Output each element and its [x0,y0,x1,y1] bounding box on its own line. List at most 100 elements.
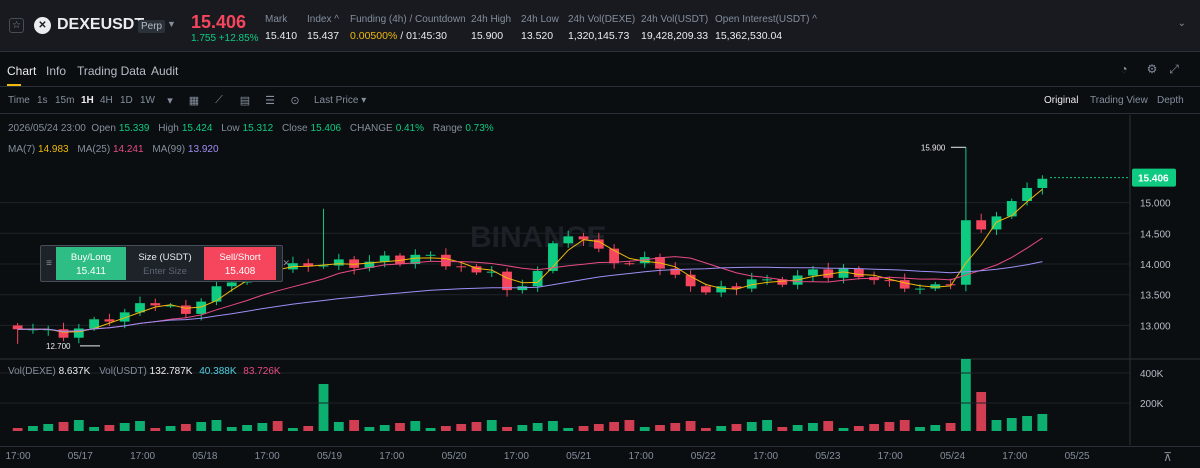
symbol-name[interactable]: DEXEUSDT [57,16,144,34]
volume-bar [58,422,69,431]
volume-bar [746,422,757,431]
drawing-tools-icon[interactable]: ☰ [264,94,276,107]
ma25-value: 14.241 [112,144,144,155]
time-tick-label: 05/25 [1064,451,1090,462]
volume-bar [196,422,207,431]
interval-15m[interactable]: 15m [55,95,74,106]
view-depth[interactable]: Depth [1157,95,1184,106]
tab-chart[interactable]: Chart [7,64,36,78]
indicator-icon[interactable]: ⟋ [213,94,225,106]
volume-bar [150,428,161,431]
view-trading-view[interactable]: Trading View [1090,95,1148,106]
size-input[interactable]: Size (USDT) Enter Size [126,247,204,280]
funding-rate: 0.00500% [350,30,398,42]
info-icon[interactable]: ^ [812,14,817,25]
stat-value: 15.900 [471,30,504,42]
scale-toggle-icon[interactable]: ⊼ [1163,450,1172,464]
tab-trading-data[interactable]: Trading Data [77,64,146,78]
interval-time[interactable]: Time [8,95,30,106]
time-tick-label: 05/24 [939,451,966,462]
volume-bar [211,420,222,431]
price-tick-label: 15.000 [1140,199,1171,210]
time-tick-label: 17:00 [1002,451,1028,462]
last-price: 15.406 [191,12,247,32]
size-label: Size (USDT) [138,252,192,263]
volume-bar [180,424,191,431]
favorite-star-icon[interactable]: ☆ [9,18,24,33]
view-original[interactable]: Original [1044,95,1078,106]
stat-24h-low: 24h Low 13.520 [521,14,559,42]
stat-label: Open Interest(USDT) [715,14,810,25]
volume-bar [532,423,543,431]
candle-body [456,266,467,268]
fullscreen-icon[interactable]: ⤢ [1167,62,1181,76]
time-tick-label: 17:00 [503,451,529,462]
volume-bar [884,422,895,431]
volume-bar [991,420,1002,431]
vol-dexe-value: 8.637K [58,366,91,377]
sell-price: 15.408 [224,266,256,277]
volume-bar [379,425,390,431]
buy-long-button[interactable]: Buy/Long 15.411 [56,247,126,280]
volume-bar [410,421,421,431]
interval-1w[interactable]: 1W [140,95,155,106]
candle-body [211,286,222,302]
stat-index: Index ^ 15.437 [307,14,339,42]
interval-1s[interactable]: 1s [37,95,48,106]
candle-body [563,236,574,244]
price-type-label: Last Price [314,95,359,106]
volume-bar [808,423,818,431]
vol-usdt-value: 132.787K [149,366,193,377]
stat-label: Index [307,14,332,25]
settings-icon[interactable]: ⚙ [1145,62,1159,76]
ma99-value: 13.920 [187,144,219,155]
volume-bar [655,425,665,431]
chart-settings-icon[interactable]: ⊙ [289,94,301,107]
ma25-label: MA(25) [77,144,111,155]
drag-handle-icon[interactable]: ≡ [43,246,55,281]
stat-open-interest: Open Interest(USDT) ^ 15,362,530.04 [715,14,817,42]
tab-info[interactable]: Info [46,64,66,78]
vol-ma-short-value: 40.388K [199,366,237,377]
volume-bar [1006,418,1017,431]
collapse-chevron-icon[interactable]: ⌄ [1178,18,1186,29]
info-icon[interactable]: ^ [334,14,339,25]
volume-bar [135,421,145,431]
stat-value: 15.437 [307,30,340,42]
ma7-value: 14.983 [38,144,69,155]
current-price-label: 15.406 [1138,174,1169,185]
interval-1d[interactable]: 1D [120,95,133,106]
stat-24h-vol-usdt: 24h Vol(USDT) 19,428,209.33 [641,14,708,42]
volume-bar [670,423,681,431]
layout-icon[interactable]: ▤ [239,94,251,107]
volume-bar [777,427,788,431]
candle-body [915,288,925,290]
stat-funding: Funding (4h) / Countdown 0.00500% / 01:4… [350,14,466,42]
bell-icon[interactable]: ◔ [1117,62,1131,76]
volume-bar [89,427,100,431]
volume-bar [288,428,298,431]
volume-bar [563,428,574,431]
calendar-icon[interactable]: ▦ [188,94,200,107]
candle-body [440,254,451,267]
sell-short-button[interactable]: Sell/Short 15.408 [204,247,276,280]
stat-label: Funding (4h) / Countdown [350,14,466,25]
volume-bar [272,421,283,431]
interval-4h[interactable]: 4H [100,95,113,106]
price-type-select[interactable]: Last Price ▾ [314,95,366,106]
volume-bar [945,423,956,431]
tab-audit[interactable]: Audit [151,64,178,78]
more-intervals-icon[interactable]: ▾ [164,94,176,107]
time-tick-label: 17:00 [130,451,156,462]
time-tick-label: 17:00 [379,451,405,462]
stat-value: 15,362,530.04 [715,30,783,42]
open-value: 15.339 [118,123,150,134]
time-tick-label: 05/19 [316,451,343,462]
candle-body [1006,201,1017,217]
close-icon[interactable]: ✕ [282,258,290,269]
interval-1h[interactable]: 1H [81,95,94,106]
candle-body [624,263,635,265]
candle-body [104,319,115,322]
symbol-dropdown-icon[interactable]: ▼ [167,19,176,29]
volume-bar [395,423,405,431]
